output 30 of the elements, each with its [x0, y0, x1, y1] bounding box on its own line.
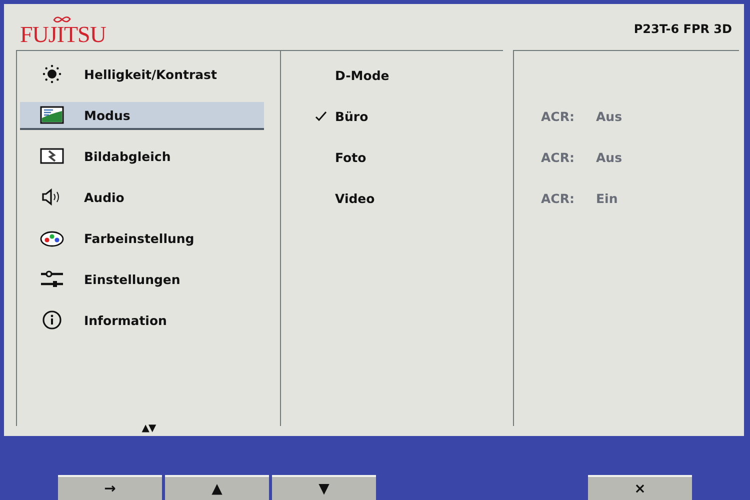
- info-icon: [40, 310, 64, 330]
- menu-item[interactable]: Information: [20, 307, 264, 335]
- acr-value: Aus: [596, 150, 622, 164]
- menu-item[interactable]: Bildabgleich: [20, 143, 264, 171]
- close-button[interactable]: ×: [588, 475, 692, 500]
- mode-option[interactable]: Büro: [281, 102, 503, 130]
- acr-value: Ein: [596, 190, 618, 206]
- brand-logo: FUJITSU: [20, 24, 106, 46]
- mode-option[interactable]: Foto: [281, 143, 503, 171]
- nav-button[interactable]: ▼: [272, 475, 376, 500]
- scroll-indicator: ▲▼: [140, 423, 157, 434]
- acr-label: ACR:: [541, 150, 576, 164]
- acr-label: ACR:: [541, 190, 576, 206]
- settings-icon: [40, 269, 64, 289]
- brightness-icon: [40, 64, 64, 84]
- menu-item[interactable]: Einstellungen: [20, 266, 264, 294]
- logo-icon: [52, 15, 72, 24]
- acr-label: ACR:: [541, 108, 576, 124]
- menu-item[interactable]: Helligkeit/Kontrast: [20, 61, 264, 89]
- mode-option[interactable]: D-Mode: [281, 61, 503, 89]
- model-name: P23T-6 FPR 3D: [634, 22, 732, 36]
- menu-item[interactable]: Farbeinstellung: [20, 225, 264, 253]
- acr-value: Aus: [596, 108, 622, 124]
- mode-option[interactable]: Video: [281, 184, 503, 212]
- picture-adjust-icon: [40, 146, 64, 166]
- menu-item[interactable]: Audio: [20, 184, 264, 212]
- nav-button[interactable]: →: [58, 475, 162, 500]
- nav-button[interactable]: ▲: [165, 475, 269, 500]
- menu-item[interactable]: Modus: [20, 102, 264, 130]
- picture-mode-icon: [40, 105, 64, 125]
